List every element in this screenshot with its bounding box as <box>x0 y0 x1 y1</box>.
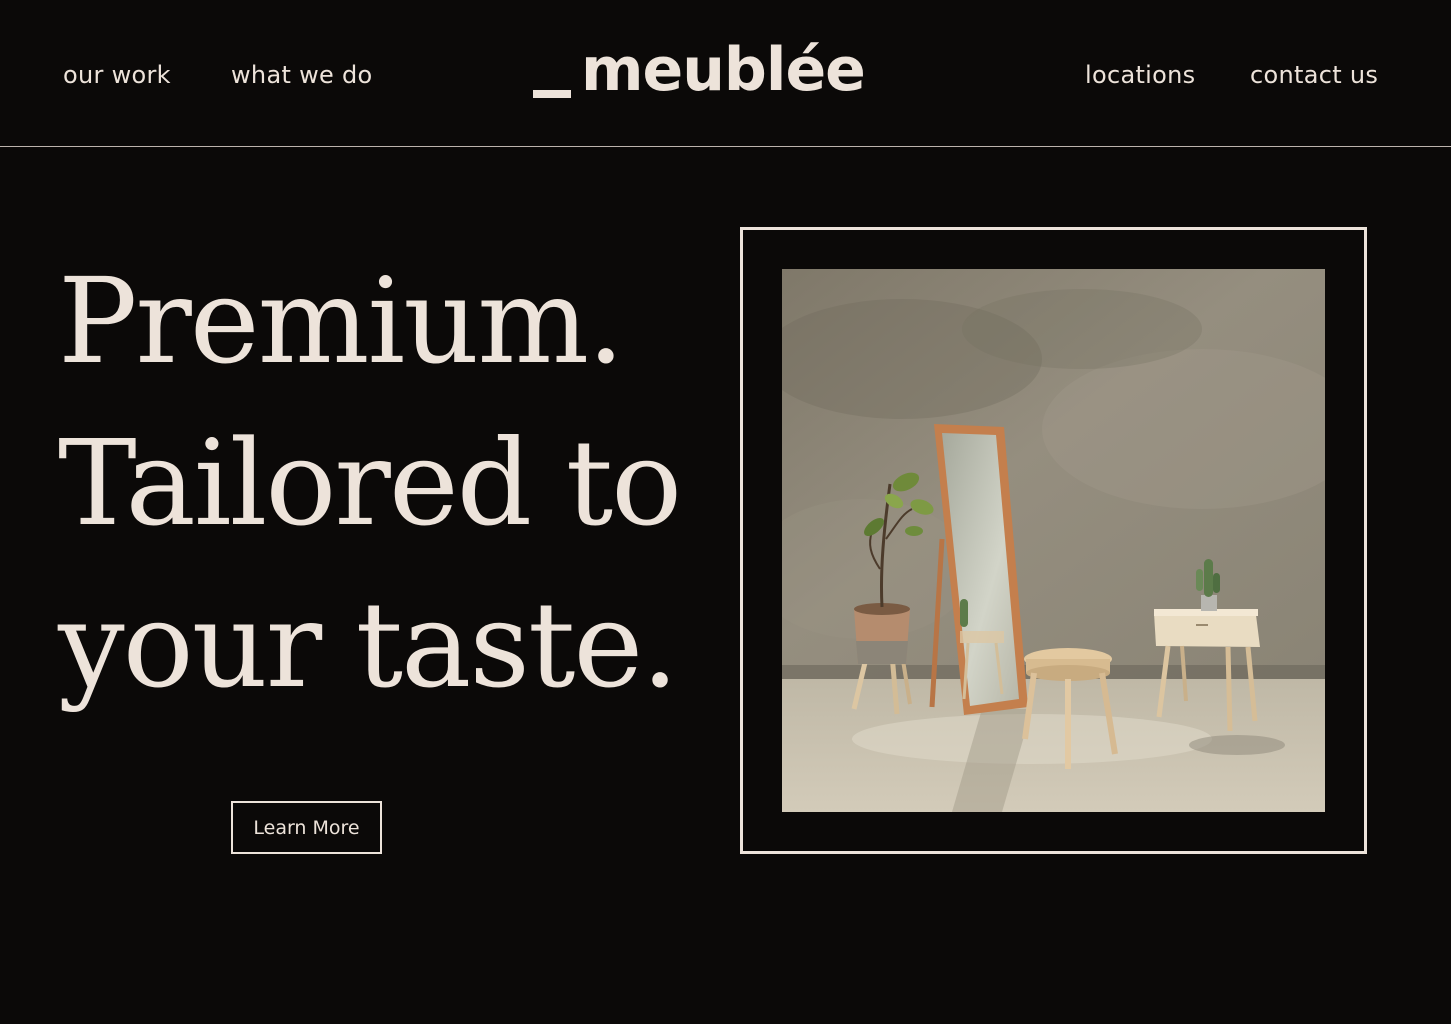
top-navigation: our work what we do meublée locations co… <box>0 0 1451 147</box>
nav-link-locations[interactable]: locations <box>1085 58 1195 92</box>
headline-line-1: Premium. <box>58 252 625 390</box>
learn-more-button[interactable]: Learn More <box>231 801 382 854</box>
hero-furniture-photo <box>782 269 1325 812</box>
hero-image-frame <box>740 227 1367 854</box>
nav-link-our-work[interactable]: our work <box>63 58 171 92</box>
brand-logo[interactable]: meublée <box>533 28 866 108</box>
headline-line-3: your taste. <box>58 576 679 714</box>
headline-line-2: Tailored to <box>58 414 682 552</box>
nav-link-what-we-do[interactable]: what we do <box>231 58 373 92</box>
brand-name: meublée <box>581 35 866 105</box>
hero-headline: Premium. Tailored to your taste. <box>58 240 682 726</box>
nav-link-contact-us[interactable]: contact us <box>1250 58 1378 92</box>
logo-underscore-mark <box>533 90 571 98</box>
